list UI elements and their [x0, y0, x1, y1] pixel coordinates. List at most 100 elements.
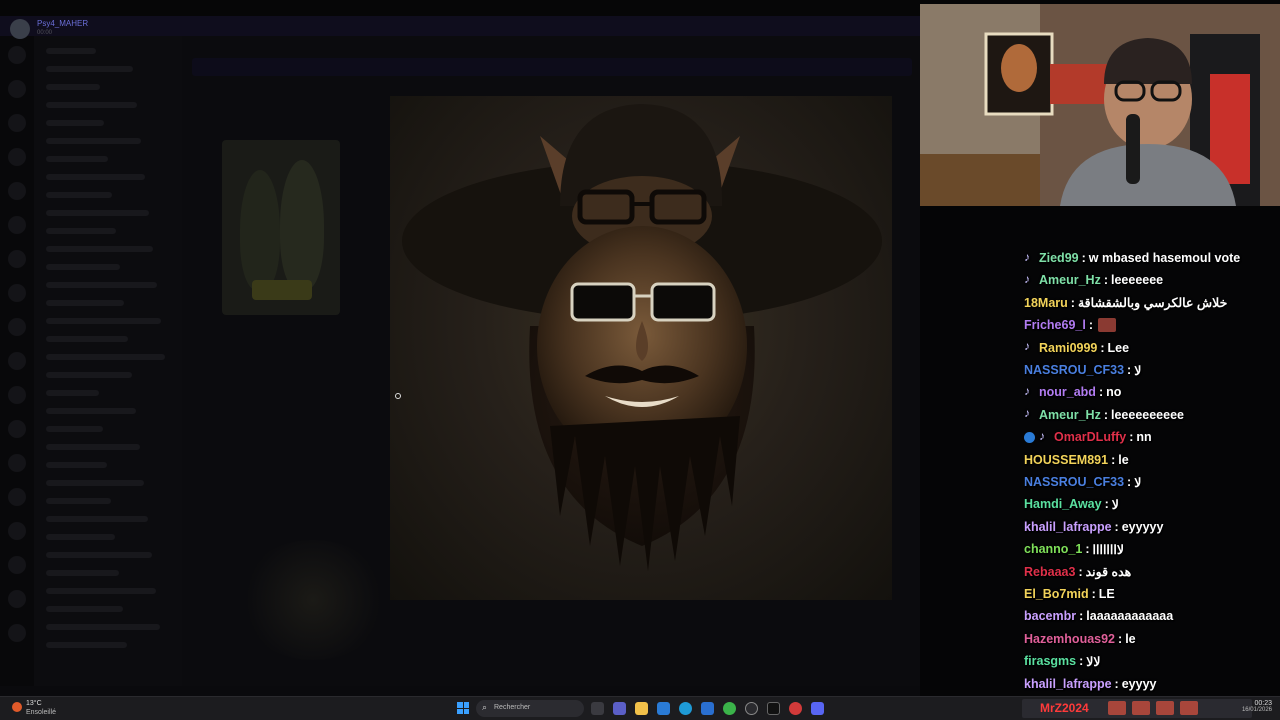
- chat-username[interactable]: Rami0999: [1039, 341, 1097, 355]
- server-icon[interactable]: [8, 318, 26, 336]
- channel-item[interactable]: [46, 444, 140, 450]
- channel-item[interactable]: [46, 588, 156, 594]
- chat-username[interactable]: khalil_lafrappe: [1024, 677, 1112, 691]
- chat-message: NASSROU_CF33: لا: [1024, 472, 1141, 492]
- chat-username[interactable]: NASSROU_CF33: [1024, 363, 1124, 377]
- capcut-icon[interactable]: [767, 702, 780, 715]
- cursor: [395, 393, 401, 399]
- channel-item[interactable]: [46, 642, 127, 648]
- emote-icon: [1132, 701, 1150, 715]
- channel-item[interactable]: [46, 156, 108, 162]
- system-clock[interactable]: 00:23 16/01/2026: [1238, 700, 1272, 713]
- image-viewer[interactable]: [390, 96, 892, 600]
- chat-message: Rami0999:Lee: [1024, 338, 1129, 358]
- server-icon[interactable]: [8, 148, 26, 166]
- chat-username[interactable]: Ameur_Hz: [1039, 273, 1101, 287]
- chat-username[interactable]: Hamdi_Away: [1024, 497, 1102, 511]
- channel-item[interactable]: [46, 462, 107, 468]
- channel-item[interactable]: [46, 282, 157, 288]
- chrome-icon[interactable]: [723, 702, 736, 715]
- search-input[interactable]: ⌕ Rechercher: [476, 700, 584, 717]
- server-icon[interactable]: [8, 624, 26, 642]
- channel-item[interactable]: [46, 318, 161, 324]
- channel-item[interactable]: [46, 624, 160, 630]
- channel-item[interactable]: [46, 210, 149, 216]
- chat-username[interactable]: 18Maru: [1024, 296, 1068, 310]
- chat-username[interactable]: Hazemhouas92: [1024, 632, 1115, 646]
- chat-username[interactable]: OmarDLuffy: [1054, 430, 1126, 444]
- store-icon[interactable]: [657, 702, 670, 715]
- server-icon[interactable]: [8, 386, 26, 404]
- channel-item[interactable]: [46, 390, 99, 396]
- chat-username[interactable]: NASSROU_CF33: [1024, 475, 1124, 489]
- channel-item[interactable]: [46, 516, 148, 522]
- channel-item[interactable]: [46, 102, 137, 108]
- chat-username[interactable]: khalil_lafrappe: [1024, 520, 1112, 534]
- channel-item[interactable]: [46, 246, 153, 252]
- discord-icon[interactable]: [811, 702, 824, 715]
- channel-item[interactable]: [46, 408, 136, 414]
- stream-chat: Zied99:w mbased hasemoul voteAmeur_Hz:le…: [1024, 250, 1280, 696]
- server-icon[interactable]: [8, 590, 26, 608]
- channel-item[interactable]: [46, 228, 116, 234]
- channel-item[interactable]: [46, 192, 112, 198]
- chat-message: khalil_lafrappe: eyyyyy: [1024, 517, 1163, 537]
- server-icon[interactable]: [8, 182, 26, 200]
- folder-icon[interactable]: [635, 702, 648, 715]
- channel-item[interactable]: [46, 498, 111, 504]
- channel-item[interactable]: [46, 84, 100, 90]
- server-icon[interactable]: [8, 454, 26, 472]
- chat-username[interactable]: Ameur_Hz: [1039, 408, 1101, 422]
- chat-username[interactable]: Zied99: [1039, 251, 1079, 265]
- obs-icon[interactable]: [745, 702, 758, 715]
- server-icon[interactable]: [8, 488, 26, 506]
- server-icon[interactable]: [8, 284, 26, 302]
- chat-username[interactable]: channo_1: [1024, 542, 1082, 556]
- chat-separator: :: [1081, 251, 1086, 265]
- chat-username[interactable]: Rebaaa3: [1024, 565, 1075, 579]
- server-icon[interactable]: [8, 522, 26, 540]
- server-icon[interactable]: [8, 250, 26, 268]
- channel-item[interactable]: [46, 606, 123, 612]
- chat-username[interactable]: firasgms: [1024, 654, 1076, 668]
- server-icon[interactable]: [8, 80, 26, 98]
- chat-username[interactable]: Friche69_l: [1024, 318, 1086, 332]
- channel-item[interactable]: [46, 426, 103, 432]
- user-name: Psy4_MAHER: [37, 19, 89, 28]
- channel-item[interactable]: [46, 552, 152, 558]
- teams-icon[interactable]: [613, 702, 626, 715]
- start-icon[interactable]: [457, 702, 469, 714]
- channel-item[interactable]: [46, 300, 124, 306]
- channel-item[interactable]: [46, 534, 115, 540]
- app-icon[interactable]: [789, 702, 802, 715]
- chat-username[interactable]: HOUSSEM891: [1024, 453, 1108, 467]
- channel-item[interactable]: [46, 372, 132, 378]
- server-icon[interactable]: [8, 114, 26, 132]
- server-icon[interactable]: [8, 216, 26, 234]
- chat-username[interactable]: bacembr: [1024, 609, 1076, 623]
- server-icon[interactable]: [8, 556, 26, 574]
- task-view-icon[interactable]: [591, 702, 604, 715]
- dimmed-image: [238, 540, 388, 660]
- channel-item[interactable]: [46, 66, 133, 72]
- image-attachment-thumbnail[interactable]: [222, 140, 340, 315]
- channel-item[interactable]: [46, 48, 96, 54]
- channel-item[interactable]: [46, 354, 165, 360]
- channel-item[interactable]: [46, 264, 120, 270]
- edge-icon[interactable]: [679, 702, 692, 715]
- channel-item[interactable]: [46, 120, 104, 126]
- channel-item[interactable]: [46, 138, 141, 144]
- note-badge-icon: [1024, 339, 1035, 353]
- chat-username[interactable]: El_Bo7mid: [1024, 587, 1089, 601]
- chat-username[interactable]: nour_abd: [1039, 385, 1096, 399]
- server-icon[interactable]: [8, 46, 26, 64]
- server-icon[interactable]: [8, 420, 26, 438]
- channel-item[interactable]: [46, 570, 119, 576]
- mail-icon[interactable]: [701, 702, 714, 715]
- server-icon[interactable]: [8, 352, 26, 370]
- channel-item[interactable]: [46, 336, 128, 342]
- channel-item[interactable]: [46, 480, 144, 486]
- channel-item[interactable]: [46, 174, 145, 180]
- note-badge-icon: [1039, 429, 1050, 443]
- app-title-bar: [0, 0, 920, 16]
